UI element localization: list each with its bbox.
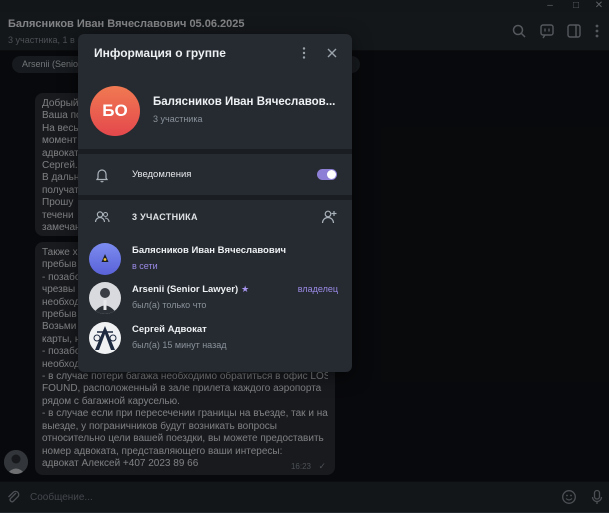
- member-status: в сети: [132, 261, 158, 271]
- member-name-text: Arsenii (Senior Lawyer): [132, 284, 239, 295]
- users-icon: [94, 211, 110, 223]
- member-avatar: [89, 282, 121, 314]
- close-icon[interactable]: [325, 46, 339, 60]
- add-user-icon[interactable]: [320, 208, 338, 226]
- group-info-dialog: Информация о группе БО Балясников Иван В…: [78, 34, 352, 372]
- divider: [78, 149, 352, 154]
- member-row[interactable]: Балясников Иван Вячеславович в сети: [78, 241, 352, 279]
- member-status: был(а) только что: [132, 300, 207, 310]
- member-row[interactable]: Сергей Адвокат был(а) 15 минут назад: [78, 320, 352, 358]
- star-icon: ★: [241, 284, 250, 294]
- member-avatar: [89, 243, 121, 275]
- group-name: Балясников Иван Вячеславов...: [153, 96, 336, 108]
- member-status: был(а) 15 минут назад: [132, 340, 227, 350]
- bell-icon: [95, 169, 109, 183]
- member-row[interactable]: Arsenii (Senior Lawyer) ★ был(а) только ч…: [78, 280, 352, 318]
- more-vertical-icon[interactable]: [297, 46, 311, 60]
- member-avatar: [89, 322, 121, 354]
- notifications-row[interactable]: Уведомления: [78, 155, 352, 195]
- members-count-label: 3 УЧАСТНИКА: [132, 212, 198, 222]
- notifications-toggle[interactable]: [317, 169, 337, 180]
- member-name: Балясников Иван Вячеславович: [132, 245, 287, 256]
- member-name: Сергей Адвокат: [132, 324, 207, 335]
- group-avatar[interactable]: БО: [90, 86, 140, 136]
- notifications-label: Уведомления: [132, 169, 192, 180]
- member-name: Arsenii (Senior Lawyer) ★: [132, 284, 249, 295]
- members-header: 3 УЧАСТНИКА: [78, 200, 352, 234]
- toggle-knob: [327, 170, 336, 179]
- dialog-title: Информация о группе: [94, 46, 226, 60]
- member-role-badge: владелец: [297, 284, 338, 294]
- group-member-count: 3 участника: [153, 114, 203, 124]
